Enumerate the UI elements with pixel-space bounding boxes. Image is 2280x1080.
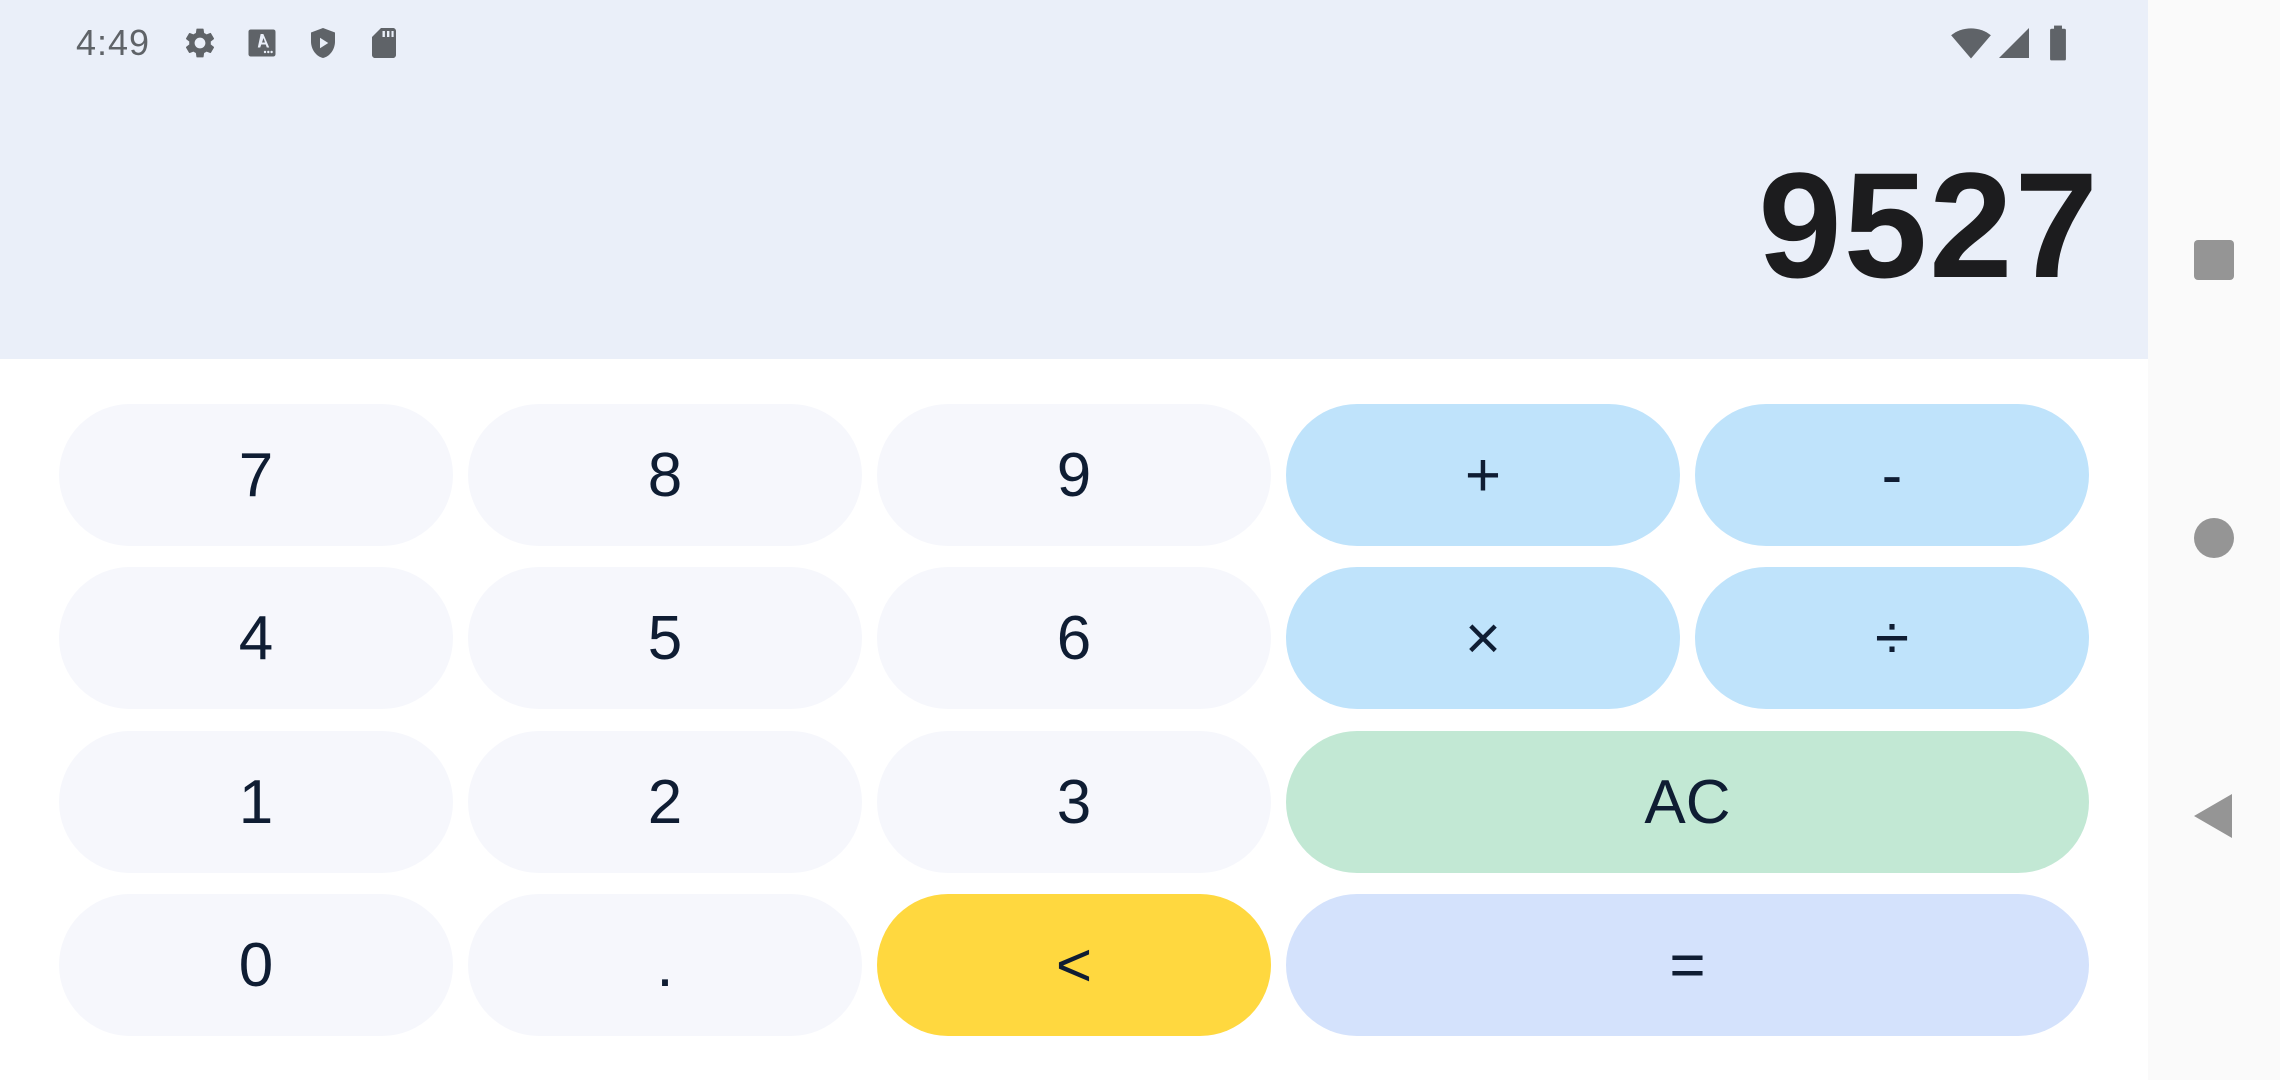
back-icon (2192, 792, 2236, 845)
play-protect-icon (305, 24, 341, 62)
clear-button[interactable]: AC (1286, 731, 2089, 873)
keypad: 7 8 9 + - 4 5 6 × ÷ 1 2 3 AC 0 . < = (0, 359, 2148, 1080)
gear-icon (182, 24, 218, 62)
multiply-button[interactable]: × (1286, 567, 1680, 709)
recents-button[interactable] (2148, 220, 2280, 304)
add-button[interactable]: + (1286, 404, 1680, 546)
key-1-button[interactable]: 1 (59, 731, 453, 873)
key-3-button[interactable]: 3 (877, 731, 1271, 873)
key-0-button[interactable]: 0 (59, 894, 453, 1036)
key-5-button[interactable]: 5 (468, 567, 862, 709)
equals-button[interactable]: = (1286, 894, 2089, 1036)
backspace-button[interactable]: < (877, 894, 1271, 1036)
battery-icon (2046, 24, 2070, 62)
calculator-display: 4:49 9527 (0, 0, 2148, 359)
result-display: 9527 (1758, 141, 2100, 309)
key-9-button[interactable]: 9 (877, 404, 1271, 546)
key-7-button[interactable]: 7 (59, 404, 453, 546)
navigation-bar (2148, 0, 2280, 1080)
home-icon (2192, 516, 2236, 565)
recents-icon (2192, 238, 2236, 287)
key-6-button[interactable]: 6 (877, 567, 1271, 709)
divide-button[interactable]: ÷ (1695, 567, 2089, 709)
signal-icon (1996, 24, 2032, 62)
key-4-button[interactable]: 4 (59, 567, 453, 709)
wifi-icon (1950, 24, 1992, 62)
font-download-icon (244, 24, 280, 62)
home-button[interactable] (2148, 498, 2280, 582)
status-bar: 4:49 (0, 0, 2148, 88)
key-2-button[interactable]: 2 (468, 731, 862, 873)
status-time: 4:49 (76, 22, 151, 63)
sd-card-icon (366, 24, 402, 62)
back-button[interactable] (2148, 776, 2280, 860)
subtract-button[interactable]: - (1695, 404, 2089, 546)
decimal-point-button[interactable]: . (468, 894, 862, 1036)
key-8-button[interactable]: 8 (468, 404, 862, 546)
